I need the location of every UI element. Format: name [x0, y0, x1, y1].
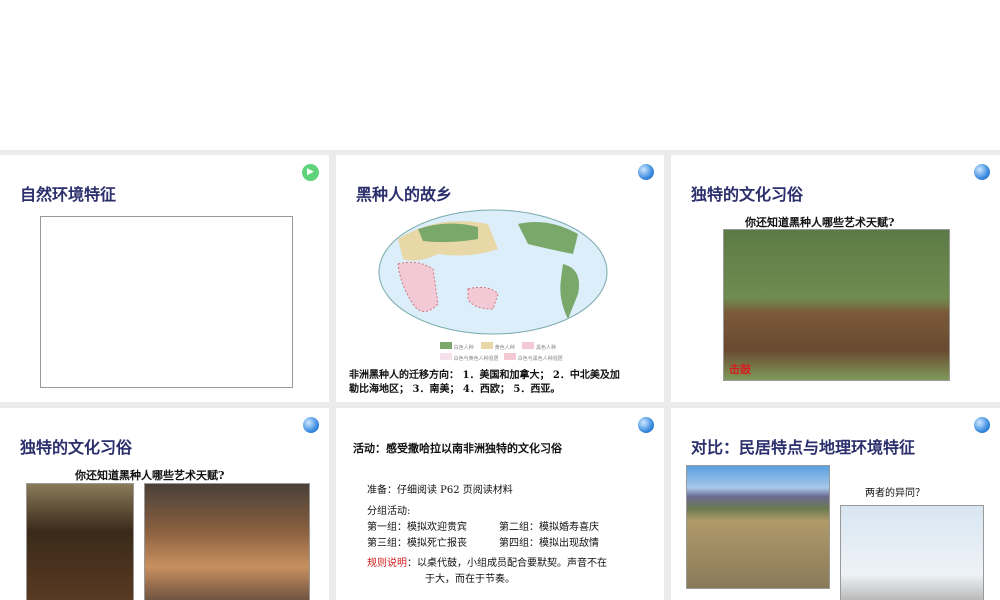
migration-text: 勒比海地区； 3．南美； 4．西欧； 5．西亚。: [349, 384, 561, 395]
huts-photo: [686, 465, 830, 589]
slide-thumbnail-1[interactable]: ▶ 自然环境特征: [0, 155, 329, 402]
globe-icon[interactable]: [638, 164, 654, 180]
world-race-map: [378, 209, 608, 335]
question-text: 你还知道黑种人哪些艺术天赋?: [745, 216, 895, 229]
map-legend: 白色人种 黄色人种 黑色人种 白色与黄色人种混居 白色与黑色人种混居: [440, 342, 563, 364]
activity-heading: 活动：感受撒哈拉以南非洲独特的文化习俗: [353, 442, 562, 455]
slide-title: 对比：民居特点与地理环境特征: [691, 438, 916, 457]
slide-thumbnail-4[interactable]: 独特的文化习俗 你还知道黑种人哪些艺术天赋?: [0, 408, 329, 600]
group-4: 第四组：模拟出现敌情: [499, 538, 599, 549]
weaver-photo: [144, 483, 310, 600]
slide-thumbnail-2[interactable]: 黑种人的故乡 白色人种 黄色人种 黑色人种 白色与黄色人种混居 白色与黑色人种混…: [336, 155, 664, 402]
question-text: 两者的异同？: [865, 488, 925, 499]
video-icon[interactable]: ▶: [302, 164, 319, 181]
question-text: 你还知道黑种人哪些艺术天赋?: [75, 469, 225, 482]
legend-item: 黄色人种: [494, 345, 515, 351]
legend-item: 白色人种: [453, 345, 474, 351]
globe-icon[interactable]: [303, 417, 319, 433]
group-2: 第二组：模拟婚寿喜庆: [499, 522, 599, 533]
globe-icon[interactable]: [974, 164, 990, 180]
legend-item: 白色与黑色人种混居: [517, 356, 563, 362]
houses-photo: [840, 505, 984, 600]
slide-title: 自然环境特征: [20, 185, 117, 204]
globe-icon[interactable]: [974, 417, 990, 433]
group-1: 第一组：模拟欢迎贵宾: [367, 522, 467, 533]
craftsman-photo: [26, 483, 134, 600]
prep-text: 准备：仔细阅读 P62 页阅读材料: [367, 485, 513, 496]
group-3: 第三组：模拟死亡报丧: [367, 538, 467, 549]
top-blank-area: [0, 0, 1000, 150]
slide-title: 独特的文化习俗: [20, 438, 133, 457]
slide-thumbnail-3[interactable]: 独特的文化习俗 你还知道黑种人哪些艺术天赋? 击鼓: [671, 155, 1000, 402]
slide-title: 黑种人的故乡: [356, 185, 453, 204]
rule-label: 规则说明: [367, 558, 407, 569]
group-label: 分组活动:: [367, 506, 411, 517]
slide-title: 独特的文化习俗: [691, 185, 804, 204]
slide-thumbnail-5[interactable]: 活动：感受撒哈拉以南非洲独特的文化习俗 准备：仔细阅读 P62 页阅读材料 分组…: [336, 408, 664, 600]
video-placeholder[interactable]: [40, 216, 293, 388]
legend-item: 黑色人种: [536, 345, 557, 351]
drummers-photo: 击鼓: [723, 229, 950, 381]
globe-icon[interactable]: [638, 417, 654, 433]
migration-text: 非洲黑种人的迁移方向： 1．美国和加拿大； 2．中北美及加: [349, 370, 620, 381]
photo-caption: 击鼓: [729, 363, 751, 376]
rule-text: 于大，而在于节奏。: [425, 574, 515, 585]
rule-text: ：以桌代鼓，小组成员配合要默契。声音不在: [407, 558, 607, 569]
legend-item: 白色与黄色人种混居: [453, 356, 499, 362]
slide-thumbnail-6[interactable]: 对比：民居特点与地理环境特征 两者的异同？: [671, 408, 1000, 600]
